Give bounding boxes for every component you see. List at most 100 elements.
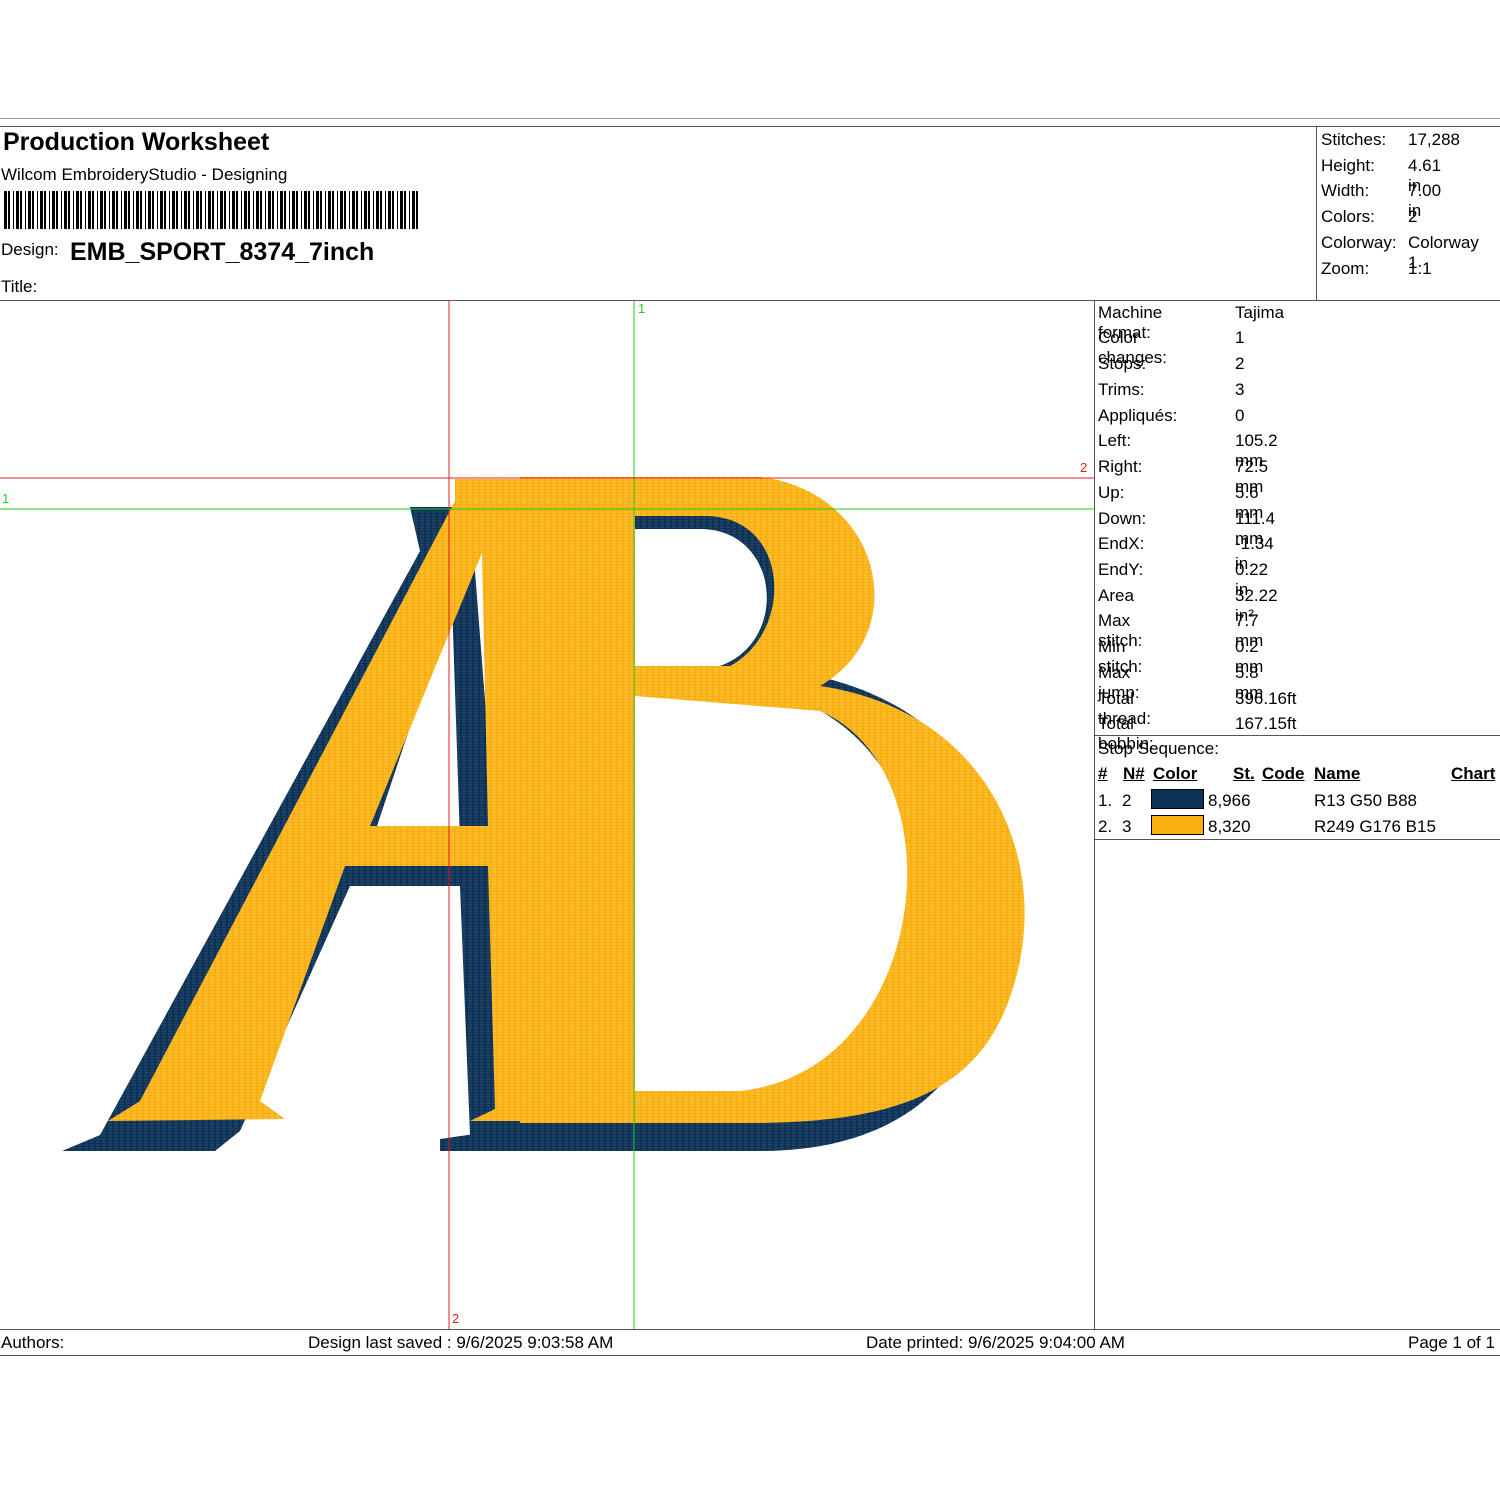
barcode-bar <box>172 191 175 229</box>
info-label: EndX: <box>1098 534 1145 553</box>
barcode-bar <box>373 191 374 229</box>
barcode-bar <box>169 191 170 229</box>
summary-label: Width: <box>1321 181 1370 200</box>
col-header-name: Name <box>1314 764 1361 783</box>
summary-label: Colorway: <box>1321 233 1397 252</box>
row-name: R249 G176 B15 <box>1314 817 1436 836</box>
barcode-bar <box>272 191 274 229</box>
barcode-bar <box>16 191 19 229</box>
barcode-bar <box>184 191 187 229</box>
footer-bottom-divider <box>0 1355 1500 1356</box>
col-header-num: # <box>1098 764 1108 783</box>
row-name: R13 G50 B88 <box>1314 791 1418 810</box>
barcode-bar <box>337 191 338 229</box>
barcode-bar <box>368 191 370 229</box>
barcode-bar <box>20 191 22 229</box>
summary-divider <box>1316 126 1317 300</box>
barcode-bar <box>253 191 254 229</box>
barcode-bar <box>376 191 379 229</box>
barcode-bar <box>344 191 346 229</box>
barcode-bar <box>40 191 43 229</box>
barcode-bar <box>364 191 367 229</box>
row-stitches: 8,320 <box>1208 817 1251 836</box>
barcode-bar <box>28 191 31 229</box>
barcode-bar <box>340 191 343 229</box>
col-header-color: Color <box>1153 764 1198 783</box>
barcode-bar <box>44 191 46 229</box>
barcode-bar <box>265 191 266 229</box>
barcode-bar <box>4 191 7 229</box>
barcode-bar <box>260 191 262 229</box>
barcode-bar <box>92 191 94 229</box>
worksheet-title: Production Worksheet <box>3 128 270 156</box>
barcode-bar <box>388 191 391 229</box>
barcode-bar <box>356 191 358 229</box>
barcode-bar <box>289 191 290 229</box>
barcode-bar <box>325 191 326 229</box>
col-header-chart: Chart <box>1451 764 1496 783</box>
barcode-bar <box>52 191 55 229</box>
barcode-bar <box>61 191 62 229</box>
barcode-bar <box>73 191 74 229</box>
summary-value: 2 <box>1408 207 1418 226</box>
barcode-bar <box>145 191 146 229</box>
stop-sequence-label: Stop Sequence: <box>1098 739 1219 758</box>
barcode-bar <box>160 191 163 229</box>
top-border <box>0 126 1500 127</box>
barcode-bar <box>188 191 190 229</box>
barcode-bar <box>8 191 10 229</box>
barcode-bar <box>224 191 226 229</box>
barcode-bar <box>352 191 355 229</box>
title-label: Title: <box>1 277 38 296</box>
guide-label-v-red: 2 <box>452 1311 460 1326</box>
stop-seq-divider <box>1094 735 1500 736</box>
barcode-bar <box>25 191 26 229</box>
footer-authors: Authors: <box>1 1333 65 1352</box>
barcode <box>4 191 418 229</box>
info-label: Area <box>1098 586 1134 605</box>
design-label: Design: <box>1 240 59 259</box>
barcode-bar <box>49 191 50 229</box>
barcode-bar <box>304 191 307 229</box>
design-preview <box>0 301 1094 1329</box>
info-value: 1 <box>1235 328 1245 347</box>
barcode-bar <box>193 191 194 229</box>
info-value: 3 <box>1235 380 1245 399</box>
barcode-bar <box>181 191 182 229</box>
barcode-bar <box>332 191 334 229</box>
barcode-bar <box>380 191 382 229</box>
barcode-bar <box>220 191 223 229</box>
barcode-bar <box>308 191 310 229</box>
barcode-bar <box>148 191 151 229</box>
barcode-bar <box>68 191 70 229</box>
footer-page-number: Page 1 of 1 <box>1408 1333 1495 1352</box>
row-needle: 3 <box>1122 817 1132 836</box>
footer-last-saved: Design last saved : 9/6/2025 9:03:58 AM <box>308 1333 614 1352</box>
barcode-bar <box>313 191 314 229</box>
stop-seq-bottom-divider <box>1094 839 1500 840</box>
barcode-bar <box>241 191 242 229</box>
guide-label-h-red: 2 <box>1080 460 1088 475</box>
barcode-bar <box>112 191 115 229</box>
barcode-bar <box>416 191 418 229</box>
summary-label: Zoom: <box>1321 259 1370 278</box>
summary-label: Colors: <box>1321 207 1375 226</box>
barcode-bar <box>392 191 394 229</box>
barcode-bar <box>268 191 271 229</box>
barcode-bar <box>328 191 331 229</box>
guide-label-v-green: 1 <box>638 301 646 316</box>
summary-label: Stitches: <box>1321 130 1387 149</box>
barcode-bar <box>400 191 403 229</box>
info-label: Appliqués: <box>1098 406 1178 425</box>
summary-value: 1:1 <box>1408 259 1432 278</box>
barcode-bar <box>109 191 110 229</box>
barcode-bar <box>404 191 406 229</box>
barcode-bar <box>385 191 386 229</box>
barcode-bar <box>128 191 130 229</box>
color-swatch <box>1151 815 1204 835</box>
barcode-bar <box>205 191 206 229</box>
barcode-bar <box>64 191 67 229</box>
footer-top-divider <box>0 1329 1500 1330</box>
barcode-bar <box>212 191 214 229</box>
top-border-light <box>0 118 1500 119</box>
